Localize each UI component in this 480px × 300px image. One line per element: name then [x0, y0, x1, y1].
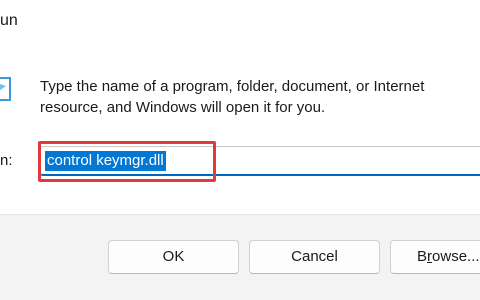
browse-label-prefix: B [417, 248, 428, 265]
description-line-1: Type the name of a program, folder, docu… [40, 78, 425, 95]
open-label: n: [0, 152, 13, 169]
open-input[interactable]: control keymgr.dll [40, 146, 480, 176]
run-dialog: un Type the name of a program, folder, d… [0, 0, 480, 300]
cancel-button-label: Cancel [291, 248, 338, 265]
run-icon [0, 77, 11, 101]
dialog-description: Type the name of a program, folder, docu… [40, 76, 480, 118]
cancel-button[interactable]: Cancel [249, 240, 380, 274]
browse-button[interactable]: Browse... [390, 240, 480, 274]
window-title: un [0, 12, 18, 29]
ok-button[interactable]: OK [108, 240, 239, 274]
open-input-value[interactable]: control keymgr.dll [45, 151, 166, 171]
title-bar: un [0, 0, 480, 46]
description-line-2: resource, and Windows will open it for y… [40, 99, 326, 116]
browse-label-suffix: owse... [432, 248, 480, 265]
ok-button-label: OK [162, 248, 185, 265]
